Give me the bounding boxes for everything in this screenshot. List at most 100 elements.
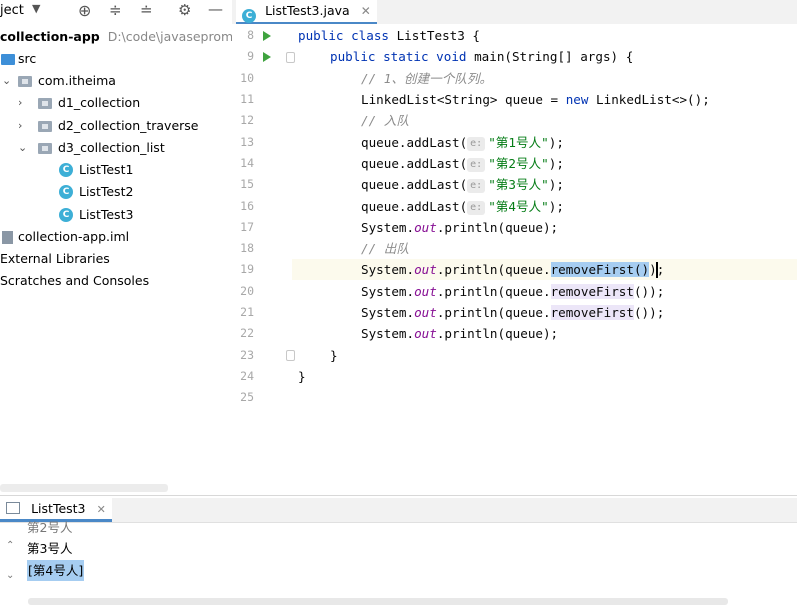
line-number: 14: [240, 156, 254, 170]
code-token: .println(queue);: [436, 326, 559, 341]
code-token: (): [633, 284, 650, 299]
tree-item-label: d3_collection_list: [58, 140, 165, 155]
line-number: 18: [240, 241, 254, 255]
tab-label: ListTest3.java: [265, 3, 350, 18]
code-token: out: [414, 284, 437, 299]
chevron-right-icon[interactable]: ›: [18, 120, 28, 131]
chevron-right-icon[interactable]: ›: [18, 97, 28, 108]
run-class-icon[interactable]: [263, 31, 271, 41]
parameter-hint: e:: [467, 179, 486, 193]
tree-item-d3-collection-list[interactable]: ⌄ d3_collection_list: [0, 137, 232, 159]
code-token: main(String[] args) {: [466, 49, 634, 64]
java-class-icon: C: [59, 163, 73, 177]
collapse-all-icon[interactable]: ≐: [140, 1, 153, 19]
package-icon: [18, 76, 32, 87]
tree-item-label: collection-app.iml: [18, 229, 130, 244]
code-token: .println(queue.: [436, 305, 551, 320]
code-line-21: System.out.println(queue.removeFirst());: [361, 302, 664, 323]
code-token: public static void: [330, 49, 467, 64]
gear-icon[interactable]: ⚙: [178, 1, 191, 19]
minimize-icon[interactable]: —: [208, 0, 223, 18]
java-class-icon: C: [59, 208, 73, 222]
code-token: );: [649, 284, 665, 299]
tree-item-src[interactable]: src: [0, 48, 232, 70]
line-number: 15: [240, 177, 254, 191]
line-number: 20: [240, 284, 254, 298]
run-tab-bar: [0, 498, 797, 523]
code-line-24: }: [298, 369, 306, 384]
code-token: queue.addLast(: [361, 177, 468, 192]
parameter-hint: e:: [467, 201, 486, 215]
line-number: 24: [240, 369, 254, 383]
string-literal: "第2号人": [488, 156, 549, 171]
line-number: 21: [240, 305, 254, 319]
close-icon[interactable]: ✕: [361, 4, 371, 18]
tree-item-com-itheima[interactable]: ⌄ com.itheima: [0, 70, 232, 92]
console-line-selected: [第4号人]: [27, 560, 85, 581]
code-token: );: [548, 199, 564, 214]
code-token: LinkedList<>();: [588, 92, 710, 107]
tree-item-label: ListTest3: [79, 207, 134, 222]
tab-label: ListTest3: [31, 501, 86, 516]
code-line-16: queue.addLast(e: "第4号人");: [361, 196, 564, 217]
package-icon: [38, 121, 52, 132]
chevron-down-icon[interactable]: ▼: [32, 2, 40, 15]
method-reference: removeFirst: [550, 284, 634, 299]
code-token: System.: [361, 262, 415, 277]
code-token: LinkedList<String> queue =: [361, 92, 566, 107]
tree-item-label: ListTest2: [79, 184, 134, 199]
chevron-down-icon[interactable]: ⌄: [2, 75, 12, 86]
java-class-icon: C: [242, 9, 256, 23]
scroll-down-icon[interactable]: ⌄: [6, 570, 14, 581]
run-main-icon[interactable]: [263, 52, 271, 62]
tree-item-listtest1[interactable]: C ListTest1: [0, 159, 232, 181]
tab-run-listtest3[interactable]: ListTest3 ✕: [0, 498, 112, 522]
tree-item-label: com.itheima: [38, 73, 116, 88]
run-config-icon: [6, 502, 20, 514]
close-icon[interactable]: ✕: [97, 503, 106, 516]
locate-icon[interactable]: ⊕: [78, 1, 91, 20]
tree-item-label: External Libraries: [0, 251, 110, 266]
module-file-icon: [2, 231, 13, 244]
code-token: );: [649, 305, 665, 320]
code-line-19: System.out.println(queue.removeFirst());: [361, 259, 664, 280]
code-token: out: [414, 326, 437, 341]
expand-all-icon[interactable]: ≑: [109, 1, 122, 19]
project-panel-title[interactable]: ject: [0, 3, 24, 18]
scroll-up-icon[interactable]: ⌃: [6, 540, 14, 551]
line-number: 13: [240, 135, 254, 149]
package-icon: [38, 143, 52, 154]
tree-item-d1-collection[interactable]: › d1_collection: [0, 92, 232, 114]
parameter-hint: e:: [467, 137, 486, 151]
tree-item-project-root[interactable]: collection-app D:\code\javasepromax\c: [0, 26, 259, 48]
fold-icon[interactable]: [286, 350, 295, 361]
line-number: 11: [240, 92, 254, 106]
tree-item-scratches[interactable]: Scratches and Consoles: [0, 270, 232, 292]
project-scrollbar[interactable]: [0, 484, 168, 492]
code-token: );: [548, 135, 564, 150]
text-cursor: [656, 262, 658, 278]
code-line-17: System.out.println(queue);: [361, 217, 558, 238]
line-number: 16: [240, 199, 254, 213]
fold-icon[interactable]: [286, 52, 295, 63]
tree-item-iml[interactable]: collection-app.iml: [0, 226, 232, 248]
console-scrollbar[interactable]: [28, 598, 728, 605]
code-line-8: public class ListTest3 {: [298, 25, 480, 46]
string-literal: "第1号人": [488, 135, 549, 150]
line-number: 9: [247, 49, 254, 63]
tree-item-external-libraries[interactable]: External Libraries: [0, 248, 232, 270]
chevron-down-icon[interactable]: ⌄: [18, 142, 28, 153]
line-number: 12: [240, 113, 254, 127]
code-token: queue.addLast(: [361, 156, 468, 171]
code-token: );: [548, 177, 564, 192]
tree-item-listtest3[interactable]: C ListTest3: [0, 204, 232, 226]
code-token: System.: [361, 220, 415, 235]
tree-item-listtest2[interactable]: C ListTest2: [0, 181, 232, 203]
code-line-23: }: [330, 348, 338, 363]
tab-listtest3-java[interactable]: C ListTest3.java ✕: [236, 0, 377, 25]
code-line-12: // 入队: [361, 113, 409, 128]
tree-item-d2-collection-traverse[interactable]: › d2_collection_traverse: [0, 115, 232, 137]
line-number: 23: [240, 348, 254, 362]
code-token: out: [414, 305, 437, 320]
tree-item-label: ListTest1: [79, 162, 134, 177]
